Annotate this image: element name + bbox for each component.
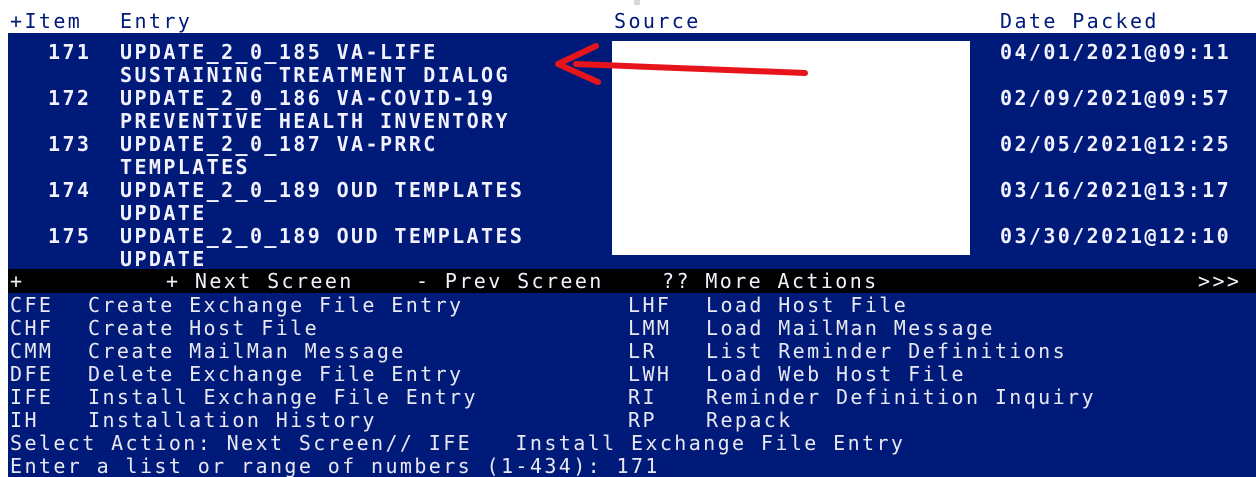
list-item-175-cont: UPDATE <box>8 248 1256 271</box>
action-row: CHF Create Host File LMM Load MailMan Me… <box>8 317 1256 340</box>
item-number: 174 <box>48 178 92 202</box>
screen-nav-bar: + + Next Screen - Prev Screen ?? More Ac… <box>8 269 1256 293</box>
list-item-172-cont: PREVENTIVE HEALTH INVENTORY <box>8 110 1256 133</box>
action-code-lr[interactable]: LR <box>628 340 657 363</box>
nav-plus: + <box>10 269 25 293</box>
action-row: CMM Create MailMan Message LR List Remin… <box>8 340 1256 363</box>
action-label[interactable]: Create Host File <box>88 317 319 340</box>
action-code-chf[interactable]: CHF <box>10 317 53 340</box>
action-code-lwh[interactable]: LWH <box>628 363 671 386</box>
action-code-lmm[interactable]: LMM <box>628 317 671 340</box>
entry-name-cont: PREVENTIVE HEALTH INVENTORY <box>120 109 510 133</box>
list-item-175[interactable]: 175 UPDATE_2_0_189 OUD TEMPLATES 03/30/2… <box>8 225 1256 248</box>
list-item-173[interactable]: 173 UPDATE_2_0_187 VA-PRRC 02/05/2021@12… <box>8 133 1256 156</box>
scroll-marker <box>634 0 640 5</box>
enter-range-prompt[interactable]: Enter a list or range of numbers (1-434)… <box>8 455 1256 477</box>
entry-name-cont: UPDATE <box>120 247 207 271</box>
action-label[interactable]: Install Exchange File Entry <box>88 386 478 409</box>
select-action-prompt[interactable]: Select Action: Next Screen// IFE Install… <box>8 432 1256 455</box>
header-item: +Item <box>10 9 83 33</box>
entry-name: UPDATE_2_0_189 OUD TEMPLATES <box>120 224 525 248</box>
list-item-171[interactable]: 171 UPDATE_2_0_185 VA-LIFE 04/01/2021@09… <box>8 41 1256 64</box>
header-date-packed: Date Packed <box>1000 9 1159 33</box>
entry-name: UPDATE_2_0_187 VA-PRRC <box>120 132 438 156</box>
action-label[interactable]: Reminder Definition Inquiry <box>706 386 1096 409</box>
action-label[interactable]: Load Host File <box>706 294 908 317</box>
list-item-174-cont: UPDATE <box>8 202 1256 225</box>
list-item-171-cont: SUSTAINING TREATMENT DIALOG <box>8 64 1256 87</box>
terminal-screen[interactable]: +Item Entry Source Date Packed 171 UPDAT… <box>8 9 1256 477</box>
action-row: IH Installation History RP Repack <box>8 409 1256 432</box>
action-code-ife[interactable]: IFE <box>10 386 53 409</box>
more-indicator: >>> <box>1198 269 1242 293</box>
action-label[interactable]: Delete Exchange File Entry <box>88 363 463 386</box>
header-source: Source <box>614 9 701 33</box>
header-entry: Entry <box>120 9 193 33</box>
column-header-row: +Item Entry Source Date Packed <box>8 9 1256 33</box>
action-code-ri[interactable]: RI <box>628 386 657 409</box>
list-item-174[interactable]: 174 UPDATE_2_0_189 OUD TEMPLATES 03/16/2… <box>8 179 1256 202</box>
date-packed: 03/30/2021@12:10 <box>1000 224 1232 248</box>
action-code-cmm[interactable]: CMM <box>10 340 53 363</box>
list-item-173-cont: TEMPLATES <box>8 156 1256 179</box>
action-code-rp[interactable]: RP <box>628 409 657 432</box>
select-action-text: Select Action: Next Screen// IFE Install… <box>10 431 906 455</box>
date-packed: 02/09/2021@09:57 <box>1000 86 1232 110</box>
date-packed: 03/16/2021@13:17 <box>1000 178 1232 202</box>
item-number: 171 <box>48 40 92 64</box>
action-label[interactable]: Load Web Host File <box>706 363 966 386</box>
action-code-lhf[interactable]: LHF <box>628 294 671 317</box>
item-number: 172 <box>48 86 92 110</box>
action-label[interactable]: Create Exchange File Entry <box>88 294 463 317</box>
entry-name-cont: UPDATE <box>120 201 207 225</box>
next-screen-action[interactable]: + Next Screen <box>166 269 354 293</box>
date-packed: 04/01/2021@09:11 <box>1000 40 1232 64</box>
date-packed: 02/05/2021@12:25 <box>1000 132 1232 156</box>
entry-name: UPDATE_2_0_189 OUD TEMPLATES <box>120 178 525 202</box>
more-actions-action[interactable]: ?? More Actions <box>662 269 879 293</box>
item-number: 175 <box>48 224 92 248</box>
entry-name: UPDATE_2_0_185 VA-LIFE <box>120 40 438 64</box>
action-row: DFE Delete Exchange File Entry LWH Load … <box>8 363 1256 386</box>
action-code-ih[interactable]: IH <box>10 409 39 432</box>
action-label[interactable]: Installation History <box>88 409 377 432</box>
prev-screen-action[interactable]: - Prev Screen <box>416 269 604 293</box>
entry-name-cont: TEMPLATES <box>120 155 250 179</box>
enter-range-text: Enter a list or range of numbers (1-434)… <box>10 454 660 477</box>
action-label[interactable]: Load MailMan Message <box>706 317 995 340</box>
item-number: 173 <box>48 132 92 156</box>
list-item-172[interactable]: 172 UPDATE_2_0_186 VA-COVID-19 02/09/202… <box>8 87 1256 110</box>
action-label[interactable]: Repack <box>706 409 793 432</box>
action-row: CFE Create Exchange File Entry LHF Load … <box>8 294 1256 317</box>
action-code-cfe[interactable]: CFE <box>10 294 53 317</box>
entry-name-cont: SUSTAINING TREATMENT DIALOG <box>120 63 510 87</box>
action-row: IFE Install Exchange File Entry RI Remin… <box>8 386 1256 409</box>
entry-name: UPDATE_2_0_186 VA-COVID-19 <box>120 86 496 110</box>
action-label[interactable]: List Reminder Definitions <box>706 340 1067 363</box>
action-label[interactable]: Create MailMan Message <box>88 340 406 363</box>
action-code-dfe[interactable]: DFE <box>10 363 53 386</box>
